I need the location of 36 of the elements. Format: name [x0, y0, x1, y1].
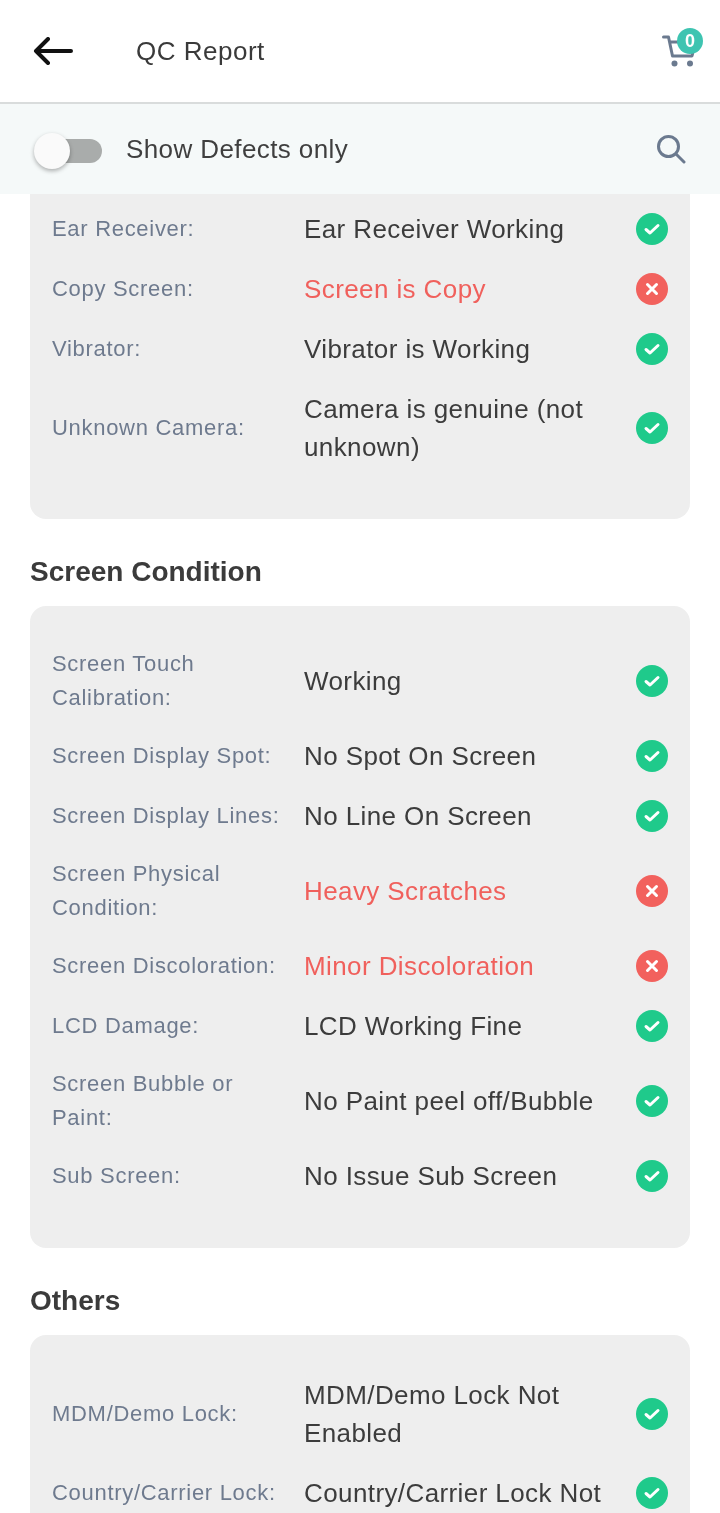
field-value: No Issue Sub Screen — [304, 1160, 559, 1193]
field-value: LCD Working Fine — [304, 1010, 524, 1043]
back-icon[interactable] — [33, 37, 73, 65]
filter-label: Show Defects only — [126, 133, 350, 165]
cart-count: 0 — [677, 28, 703, 54]
section-title: Screen Condition — [30, 555, 263, 589]
field-label: Country/Carrier Lock: — [52, 1479, 277, 1507]
field-label: LCD Damage: — [52, 1012, 201, 1040]
field-label: Unknown Camera: — [52, 414, 246, 442]
field-value: No Line On Screen — [304, 800, 533, 833]
field-value: No Spot On Screen — [304, 740, 538, 773]
field-label: Screen Display Spot: — [52, 742, 273, 770]
field-label: MDM/Demo Lock: — [52, 1400, 239, 1428]
field-value: Ear Receiver Working — [304, 213, 566, 246]
field-value: No Paint peel off/Bubble — [304, 1085, 595, 1118]
field-label: Screen Touch Calibration: — [52, 650, 196, 712]
field-label: Screen Physical Condition: — [52, 860, 222, 922]
field-label: Vibrator: — [52, 335, 143, 363]
field-value: Working — [304, 665, 403, 698]
search-icon[interactable] — [656, 134, 686, 164]
field-label: Screen Display Lines: — [52, 802, 281, 830]
field-value: Heavy Scratches — [304, 875, 508, 908]
field-label: Screen Discoloration: — [52, 952, 277, 980]
field-value: Screen is Copy — [304, 273, 487, 306]
field-label: Screen Bubble or Paint: — [52, 1070, 235, 1132]
field-value: Camera is genuine (not unknown) — [304, 393, 585, 464]
field-value: Country/Carrier Lock Not — [304, 1477, 603, 1510]
field-value: MDM/Demo Lock Not Enabled — [304, 1379, 561, 1450]
toggle-switch[interactable] — [34, 133, 102, 169]
field-label: Sub Screen: — [52, 1162, 182, 1190]
field-value: Minor Discoloration — [304, 950, 536, 983]
field-value: Vibrator is Working — [304, 333, 532, 366]
field-label: Ear Receiver: — [52, 215, 196, 243]
page-title: QC Report — [136, 35, 266, 67]
section-title: Others — [30, 1284, 122, 1318]
field-label: Copy Screen: — [52, 275, 195, 303]
